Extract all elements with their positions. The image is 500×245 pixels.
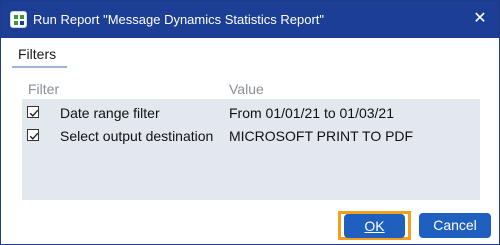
cancel-button[interactable]: Cancel <box>419 213 491 238</box>
filter-value: MICROSOFT PRINT TO PDF <box>229 128 414 144</box>
output-destination-checkbox[interactable] <box>27 129 39 141</box>
checkmark-icon <box>29 109 39 117</box>
grid-body: Date range filter From 01/01/21 to 01/03… <box>22 99 480 200</box>
close-icon[interactable]: ✕ <box>470 9 490 29</box>
table-row[interactable]: Select output destination MICROSOFT PRIN… <box>22 125 480 147</box>
filter-name: Select output destination <box>60 128 214 144</box>
filter-value: From 01/01/21 to 01/03/21 <box>229 105 394 121</box>
report-app-icon <box>10 11 27 28</box>
window-title: Run Report "Message Dynamics Statistics … <box>33 12 325 27</box>
table-row[interactable]: Date range filter From 01/01/21 to 01/03… <box>22 102 480 124</box>
title-bar[interactable]: Run Report "Message Dynamics Statistics … <box>1 1 499 38</box>
ok-button[interactable]: OK <box>344 214 405 238</box>
ok-button-label: OK <box>364 218 385 234</box>
checkmark-icon <box>29 132 39 140</box>
run-report-dialog: Run Report "Message Dynamics Statistics … <box>0 0 500 245</box>
date-range-checkbox[interactable] <box>27 106 39 118</box>
column-header-filter[interactable]: Filter <box>28 81 59 97</box>
tab-filters[interactable]: Filters <box>12 45 67 68</box>
column-header-value[interactable]: Value <box>229 81 264 97</box>
grid-header: Filter Value <box>22 78 480 98</box>
filter-name: Date range filter <box>60 105 160 121</box>
filters-grid: Filter Value Date range filter From 01/0… <box>22 78 480 200</box>
